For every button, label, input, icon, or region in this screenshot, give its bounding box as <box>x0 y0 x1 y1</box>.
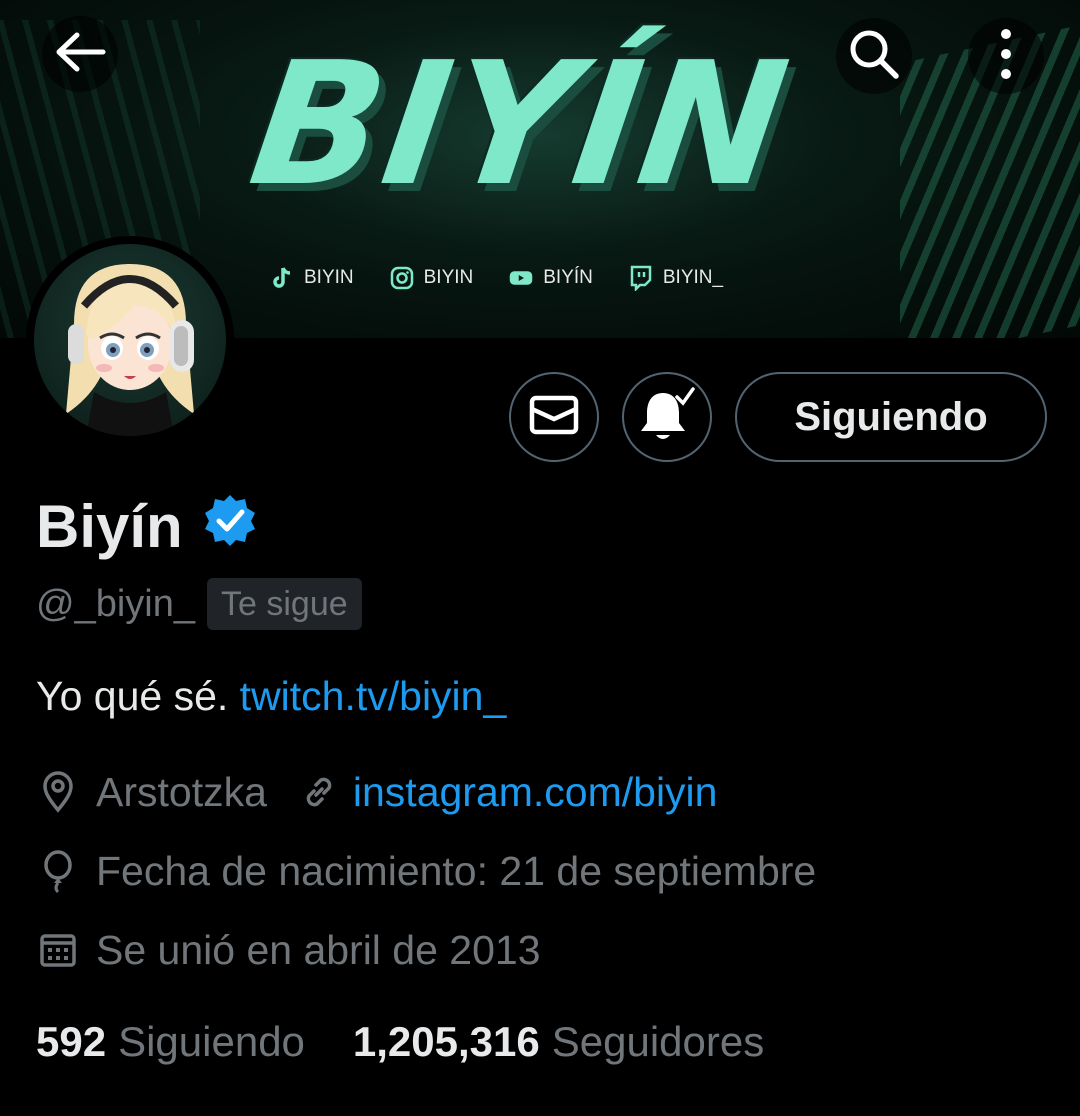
banner-social-instagram: BIYIN <box>390 266 474 290</box>
calendar-icon <box>36 928 80 972</box>
tiktok-icon <box>270 266 294 290</box>
profile-meta-joined: Se unió en abril de 2013 <box>36 922 541 978</box>
location-pin-icon <box>36 770 80 814</box>
envelope-icon <box>529 395 579 440</box>
profile-meta-birthday: Fecha de nacimiento: 21 de septiembre <box>36 843 816 899</box>
bio: Yo qué sé. twitch.tv/biyin_ <box>36 668 506 724</box>
search-icon <box>844 24 904 89</box>
avatar-image <box>34 244 226 436</box>
followers-stat[interactable]: 1,205,316 Seguidores <box>353 1018 764 1066</box>
balloon-icon <box>36 849 80 893</box>
banner-social-label: BIYÍN <box>543 267 593 288</box>
following-button[interactable]: Siguiendo <box>735 372 1047 462</box>
handle: @_biyin_ <box>36 582 195 625</box>
location: Arstotzka <box>96 768 267 815</box>
instagram-icon <box>390 266 414 290</box>
back-button[interactable] <box>42 16 118 92</box>
follow-stats: 592 Siguiendo 1,205,316 Seguidores <box>36 1014 764 1070</box>
search-button[interactable] <box>836 18 912 94</box>
banner-social-label: BIYIN_ <box>662 267 724 288</box>
display-name: Biyín <box>36 492 183 560</box>
birthday: Fecha de nacimiento: 21 de septiembre <box>96 847 817 894</box>
followers-count: 1,205,316 <box>352 1018 540 1065</box>
banner-social-tiktok: BIYIN <box>270 266 354 290</box>
handle-row: @_biyin_ Te sigue <box>36 576 362 632</box>
notifications-button[interactable] <box>622 372 712 462</box>
banner-social-label: BIYIN <box>304 267 354 288</box>
bio-text: Yo qué sé. <box>36 673 240 719</box>
bell-check-icon <box>637 386 697 448</box>
bio-link[interactable]: twitch.tv/biyin_ <box>240 673 507 719</box>
banner-socials: BIYIN BIYIN BIYÍN BIYIN_ <box>270 258 723 298</box>
follows-you-badge: Te sigue <box>207 578 362 630</box>
banner-social-label: BIYIN <box>423 267 474 288</box>
message-button[interactable] <box>509 372 599 462</box>
twitch-icon <box>629 265 653 291</box>
arrow-left-icon <box>53 30 107 79</box>
youtube-icon <box>509 266 533 290</box>
banner-title: BIYÍN <box>240 26 800 224</box>
display-name-row: Biyín <box>36 490 257 562</box>
website-link[interactable]: instagram.com/biyin <box>353 769 718 816</box>
banner-social-youtube: BIYÍN <box>509 266 593 290</box>
verified-badge-icon[interactable] <box>203 492 257 561</box>
profile-meta-location-website: Arstotzka instagram.com/biyin <box>36 764 717 820</box>
following-label: Siguiendo <box>118 1018 305 1065</box>
following-count: 592 <box>36 1018 107 1065</box>
more-vertical-icon <box>999 26 1013 87</box>
followers-label: Seguidores <box>551 1018 765 1065</box>
avatar[interactable] <box>26 236 234 444</box>
following-stat[interactable]: 592 Siguiendo <box>36 1018 305 1066</box>
joined-date: Se unió en abril de 2013 <box>96 926 541 973</box>
banner-social-twitch: BIYIN_ <box>629 265 724 291</box>
link-icon <box>297 770 341 814</box>
more-options-button[interactable] <box>968 18 1044 94</box>
